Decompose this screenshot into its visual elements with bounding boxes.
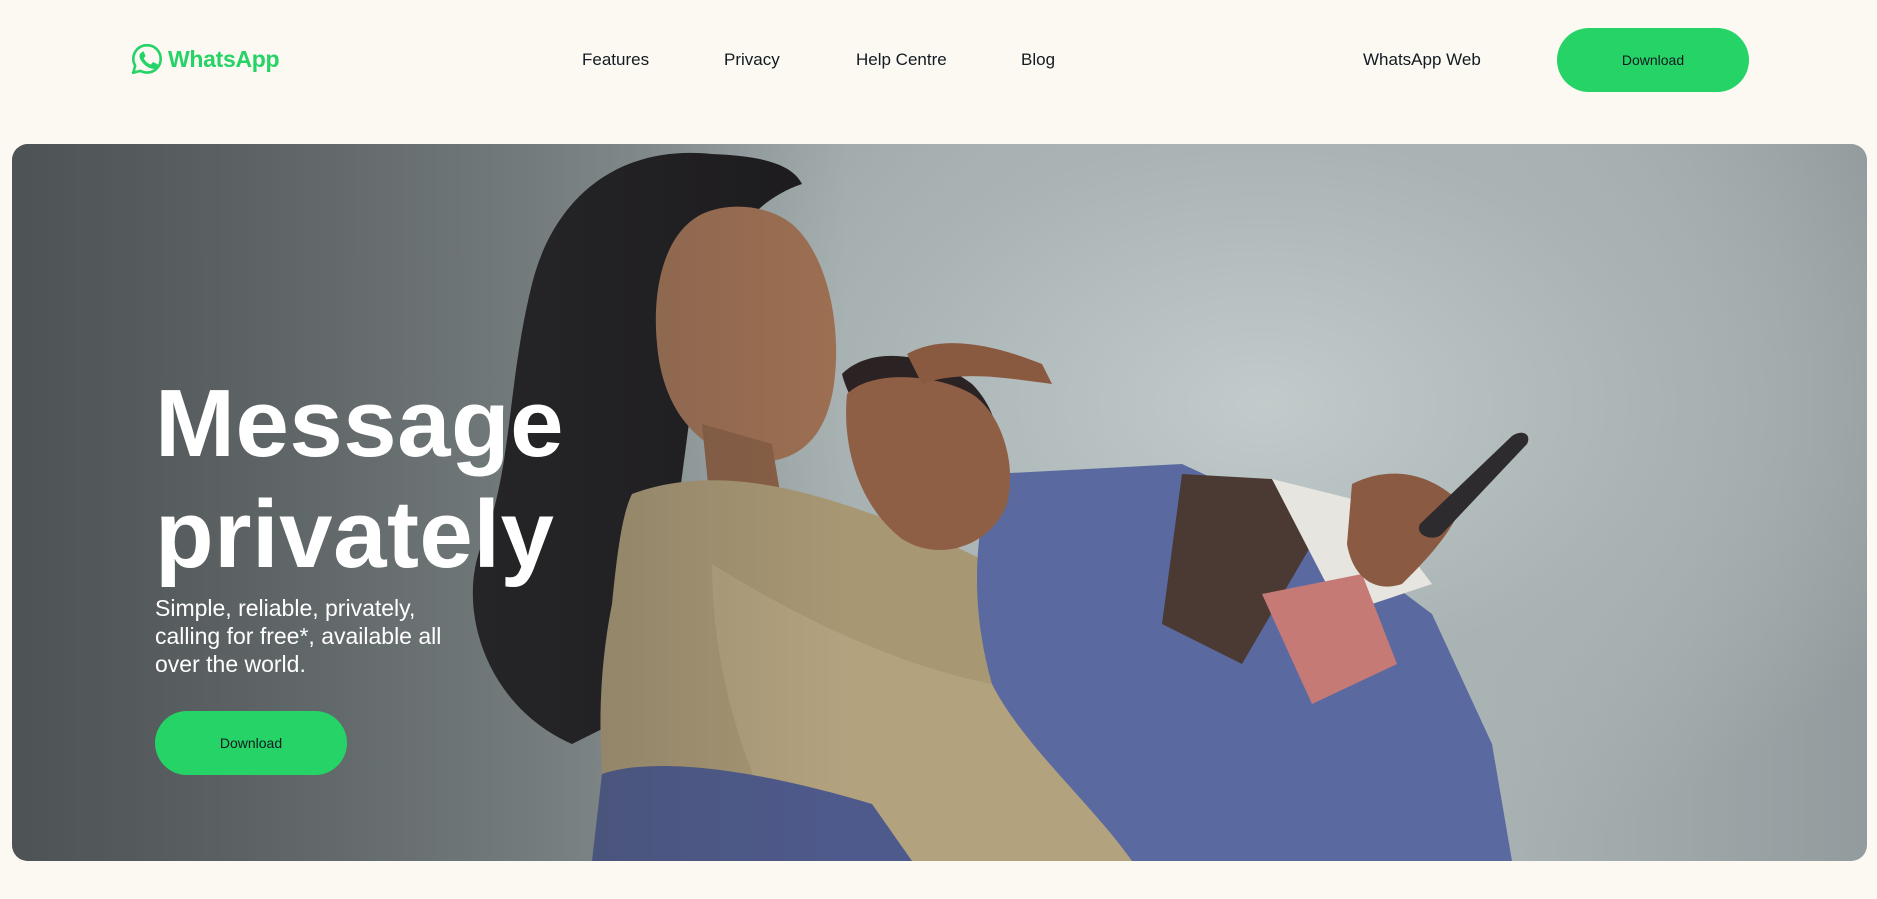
hero-banner: Message privately Simple, reliable, priv… — [12, 144, 1867, 861]
header-download-button[interactable]: Download — [1557, 28, 1749, 92]
hero-title-line-1: Message — [155, 370, 565, 477]
whatsapp-logo[interactable]: WhatsApp — [130, 42, 280, 76]
nav-link-help-centre[interactable]: Help Centre — [856, 50, 947, 70]
nav-link-blog[interactable]: Blog — [1021, 50, 1055, 70]
hero-subtitle: Simple, reliable, privately, calling for… — [155, 595, 442, 677]
site-header: WhatsApp Features Privacy Help Centre Bl… — [0, 0, 1877, 120]
nav-link-features[interactable]: Features — [582, 50, 649, 70]
hero-download-button[interactable]: Download — [155, 711, 347, 775]
brand-name: WhatsApp — [168, 45, 280, 72]
whatsapp-web-link[interactable]: WhatsApp Web — [1363, 50, 1481, 70]
nav-link-privacy[interactable]: Privacy — [724, 50, 780, 70]
hero-title-line-2: privately — [155, 481, 555, 588]
whatsapp-logo-icon — [131, 43, 162, 75]
hero-title: Message privately — [155, 368, 715, 590]
